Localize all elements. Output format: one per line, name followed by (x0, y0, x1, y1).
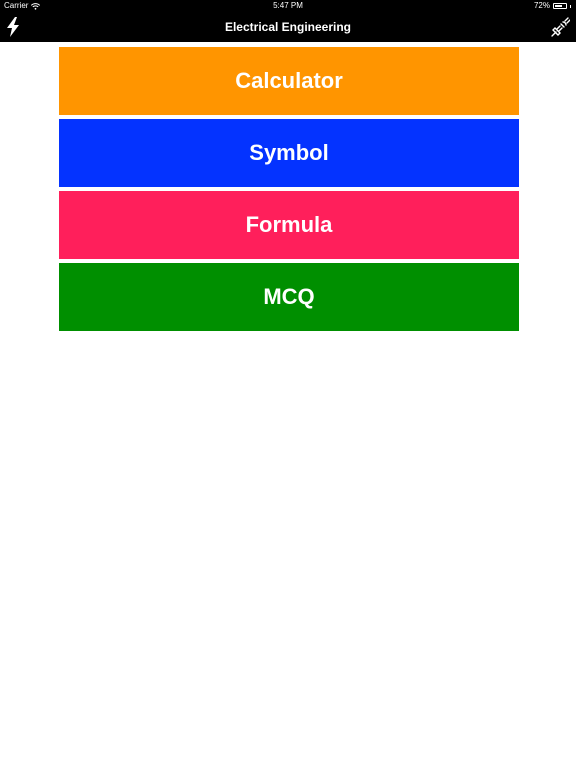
status-time: 5:47 PM (273, 1, 303, 10)
battery-percent: 72% (533, 1, 550, 10)
calculator-button[interactable]: Calculator (59, 47, 519, 115)
nav-title: Electrical Engineering (224, 20, 352, 34)
main-menu: Calculator Symbol Formula MCQ (59, 47, 519, 335)
status-bar: Carrier 5:47 PM 72% (0, 0, 576, 12)
calculator-button-label: Calculator (235, 68, 343, 93)
formula-button-label: Formula (245, 212, 333, 237)
nav-bar: Electrical Engineering (0, 12, 576, 42)
status-right: 72% (534, 0, 571, 12)
battery-fill (555, 5, 563, 7)
mcq-button[interactable]: MCQ (59, 263, 519, 331)
battery-icon (553, 3, 567, 9)
mcq-button-label: MCQ (263, 284, 315, 309)
plug-icon[interactable] (550, 16, 571, 38)
battery-cap (570, 4, 571, 8)
formula-button[interactable]: Formula (59, 191, 519, 259)
symbol-button[interactable]: Symbol (59, 119, 519, 187)
symbol-button-label: Symbol (249, 140, 329, 165)
